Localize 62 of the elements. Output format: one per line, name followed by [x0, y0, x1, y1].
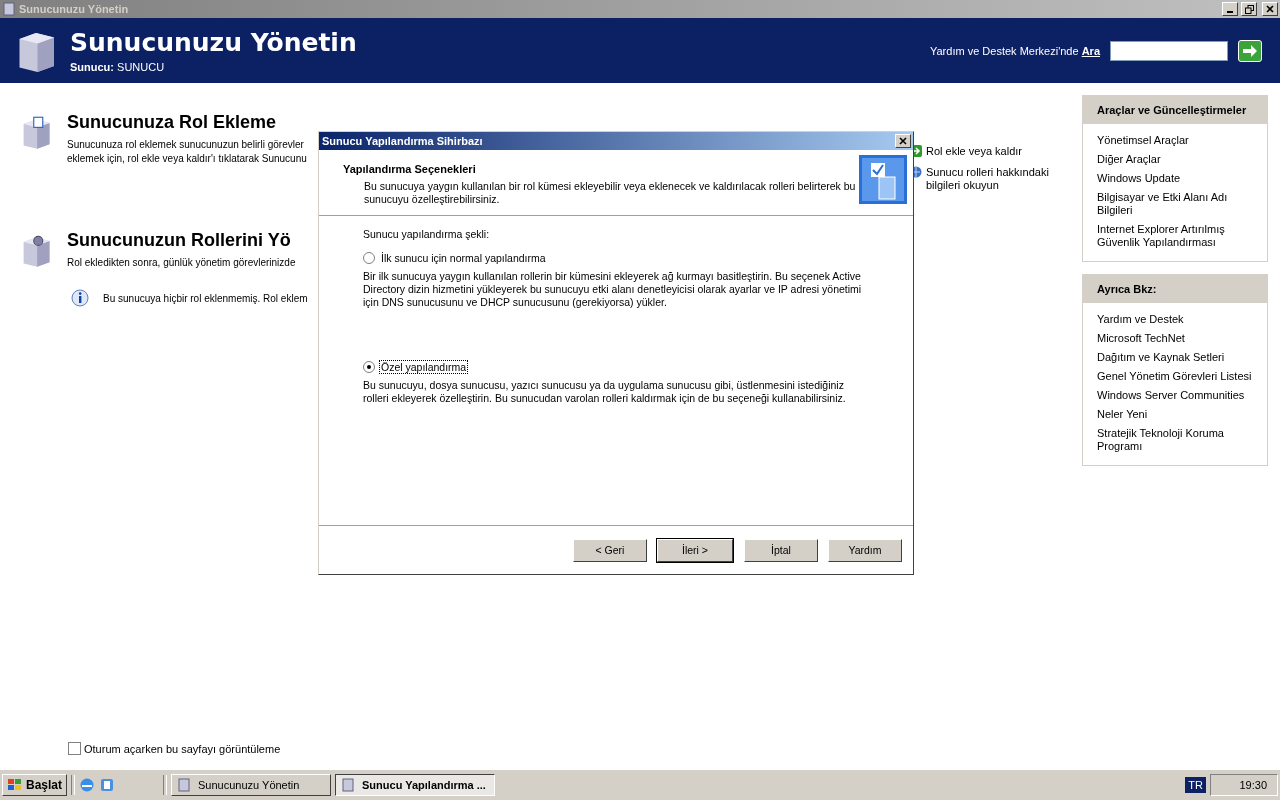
restore-button[interactable] — [1241, 2, 1257, 16]
radio-option[interactable]: Özel yapılandırma — [363, 361, 873, 373]
dialog-button[interactable]: İleri > — [657, 538, 733, 562]
info-message: Bu sunucuya hiçbir rol eklenmemiş. Rol eklem — [103, 293, 308, 305]
sidebar-link[interactable]: Stratejik Teknoloji Koruma Programı — [1097, 427, 1253, 453]
dialog-heading: Yapılandırma Seçenekleri — [343, 163, 477, 175]
arrow-icon — [1242, 43, 1258, 58]
server-icon — [340, 777, 357, 793]
server-name: Sunucu: SUNUCU — [70, 61, 166, 73]
section-description: Sunucunuza rol eklemek sunucunuzun belirli görevler — [67, 139, 304, 151]
dialog-title: Sunucu Yapılandırma Sihirbazı — [322, 135, 484, 147]
dialog-button[interactable]: Yardım — [828, 538, 902, 562]
restore-icon — [1244, 4, 1254, 14]
language-indicator[interactable]: TR — [1185, 777, 1206, 793]
section-title: Sunucunuza Rol Ekleme — [67, 112, 277, 133]
sidebar-link[interactable]: Microsoft TechNet — [1097, 332, 1253, 345]
server-icon — [2, 2, 16, 16]
dialog-button[interactable]: < Geri — [573, 538, 647, 562]
close-button[interactable] — [1262, 2, 1278, 16]
dialog-button[interactable]: İptal — [744, 538, 818, 562]
task-link[interactable]: Sunucu rolleri hakkındaki bilgileri okuyun — [926, 166, 1066, 192]
dialog-description: Bu sunucuya yaygın kullanılan bir rol kümesi ekleyebilir veya eklenecek ve kaldırılacak rolleri belirterek bu sunucuyu özelleştirebilirsiniz. — [364, 180, 857, 206]
close-icon — [1266, 5, 1274, 13]
sidebar-link[interactable]: Internet Explorer Artırılmış Güvenlik Yapılandırması — [1097, 223, 1253, 249]
search-label: Yardım ve Destek Merkezi'nde Ara — [929, 44, 1100, 57]
sidebar-link[interactable]: Bilgisayar ve Etki Alanı Adı Bilgileri — [1097, 191, 1253, 217]
window-title: Sunucunuzu Yönetin — [19, 3, 130, 15]
close-button[interactable] — [895, 134, 911, 148]
section-title: Sunucunuzun Rollerini Yö — [67, 230, 291, 251]
sidebar-link[interactable]: Yönetimsel Araçlar — [1097, 134, 1253, 147]
sidebar-link[interactable]: Windows Server Communities — [1097, 389, 1253, 402]
start-button[interactable]: Başlat — [2, 774, 68, 796]
clock: 19:30 — [1210, 774, 1278, 796]
windows-flag-icon — [7, 778, 23, 792]
section-description: Rol ekledikten sonra, günlük yönetim görevlerinizde — [67, 257, 296, 269]
section-description: eklemek için, rol ekle veya kaldır'ı tıklatarak Sunucunu — [67, 153, 307, 165]
prompt-label: Sunucu yapılandırma şekli: — [363, 228, 491, 240]
panel-title: Ayrıca Bkz: — [1083, 275, 1267, 303]
checkbox-label[interactable]: Oturum açarken bu sayfayı görüntüleme — [84, 742, 281, 755]
close-icon — [899, 137, 907, 145]
sidebar-link[interactable]: Diğer Araçlar — [1097, 153, 1253, 166]
minimize-button[interactable] — [1222, 2, 1238, 16]
wizard-icon — [859, 155, 907, 204]
sidebar-link[interactable]: Windows Update — [1097, 172, 1253, 185]
sidebar-link[interactable]: Neler Yeni — [1097, 408, 1253, 421]
option-description: Bu sunucuyu, dosya sunucusu, yazıcı sunucusu ya da uygulama sunucusu gibi, üstlenmesini istediğiniz rolleri ekleyerek özelleştirin. Bu sunucudan varolan rolleri kaldırmak için de bu seçeneği kullanabilirsiniz. — [363, 379, 847, 405]
task-link[interactable]: Rol ekle veya kaldır — [926, 145, 1066, 158]
taskbar-button[interactable]: Sunucu Yapılandırma ... — [335, 774, 496, 796]
sidebar-link[interactable]: Genel Yönetim Görevleri Listesi — [1097, 370, 1253, 383]
document-icon[interactable] — [99, 777, 116, 793]
panel-title: Araçlar ve Güncelleştirmeler — [1083, 96, 1267, 124]
search-field[interactable] — [1110, 40, 1228, 61]
option-description: Bir ilk sunucuya yaygın kullanılan rollerin bir kümesini ekleyerek ağ kurmayı basitleştirin. Bu seçenek Active Directory dizin hizmetini yükleyerek bu sunucuyu etki alanı denetleyicisi olarak ayarlar ve IP adresi yönetimi için DNS sunucusunu ve DHCP sunucusunu (gerekiyorsa) yükler. — [363, 270, 863, 309]
sidebar-link[interactable]: Yardım ve Destek — [1097, 313, 1253, 326]
sidebar-link[interactable]: Dağıtım ve Kaynak Setleri — [1097, 351, 1253, 364]
page-title: Sunucunuzu Yönetin — [70, 28, 358, 57]
radio-option[interactable]: İlk sunucu için normal yapılandırma — [363, 252, 873, 264]
taskbar-button[interactable]: Sunucunuzu Yönetin — [171, 774, 332, 796]
go-button[interactable] — [1238, 39, 1262, 62]
info-icon — [71, 289, 89, 309]
checkbox[interactable] — [68, 742, 81, 755]
server-icon — [176, 777, 193, 793]
